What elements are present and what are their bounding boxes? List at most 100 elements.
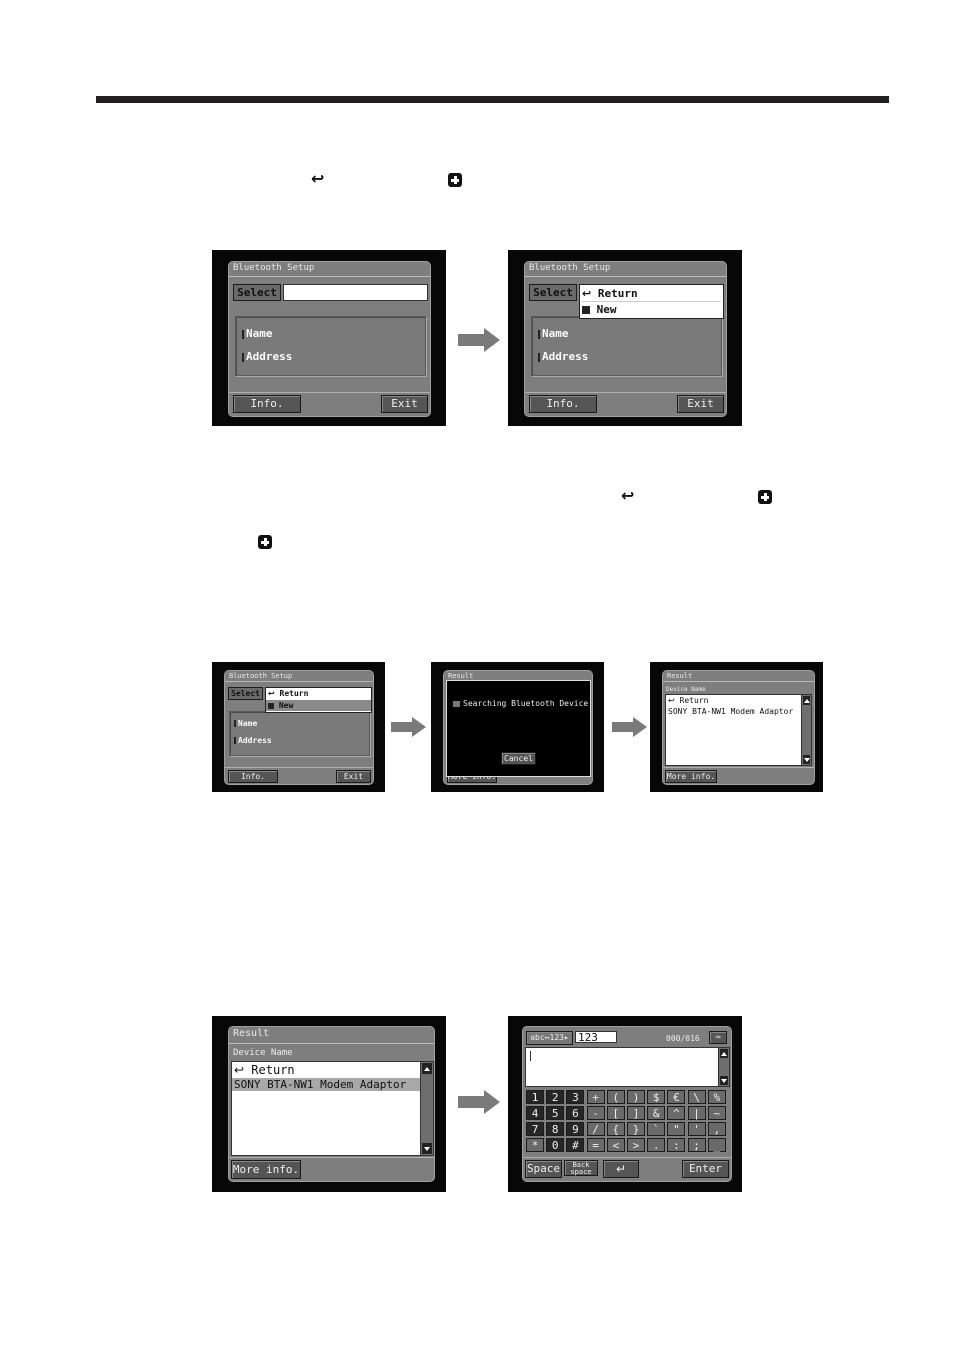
keyboard-layout-icon[interactable]: ⌨ xyxy=(709,1031,727,1044)
key[interactable]: 4 xyxy=(526,1106,544,1120)
dropdown-item-return[interactable]: ↩ Return xyxy=(582,286,721,302)
text-cursor xyxy=(530,1051,531,1061)
screenshot-searching: Result More info. Searching Bluetooth De… xyxy=(431,662,604,792)
key[interactable]: , xyxy=(707,1122,726,1136)
key[interactable]: ' xyxy=(687,1122,706,1136)
scroll-down-icon[interactable] xyxy=(422,1143,432,1154)
exit-button[interactable]: Exit xyxy=(677,395,724,413)
key[interactable]: 2 xyxy=(546,1090,565,1104)
key[interactable]: * xyxy=(526,1138,544,1152)
key[interactable]: ; xyxy=(687,1138,706,1152)
key[interactable]: 1 xyxy=(526,1090,544,1104)
key[interactable]: _ xyxy=(707,1138,726,1152)
key[interactable]: ` xyxy=(647,1122,666,1136)
window-title: Result xyxy=(667,672,693,680)
key[interactable]: [ xyxy=(606,1106,625,1120)
device-info-group: Name Address xyxy=(531,316,722,376)
space-button[interactable]: Space xyxy=(525,1160,562,1178)
scroll-up-icon[interactable] xyxy=(803,696,810,705)
scroll-up-icon[interactable] xyxy=(422,1063,432,1074)
result-window: Result Device Name ↩ Return SONY BTA-NW1… xyxy=(662,670,815,785)
key[interactable]: : xyxy=(667,1138,686,1152)
key[interactable]: 6 xyxy=(566,1106,585,1120)
key[interactable]: ~ xyxy=(707,1106,726,1120)
key[interactable]: { xyxy=(606,1122,625,1136)
window-title: Bluetooth Setup xyxy=(233,263,315,273)
info-button[interactable]: Info. xyxy=(529,395,597,413)
exit-button[interactable]: Exit xyxy=(381,395,428,413)
key[interactable]: $ xyxy=(647,1090,666,1104)
list-item-device-selected[interactable]: SONY BTA-NW1 Modem Adaptor xyxy=(232,1078,420,1091)
list-item-return[interactable]: ↩ Return xyxy=(234,1063,295,1077)
name-label: Name xyxy=(242,327,273,340)
list-header: Device Name xyxy=(233,1048,293,1058)
key[interactable]: } xyxy=(627,1122,645,1136)
key[interactable]: ] xyxy=(627,1106,645,1120)
input-mode-toggle[interactable]: abc↔123▸ xyxy=(526,1031,573,1045)
scrollbar[interactable] xyxy=(801,695,811,765)
scroll-down-icon[interactable] xyxy=(803,755,810,764)
scroll-up-icon[interactable] xyxy=(720,1049,728,1058)
key[interactable]: 3 xyxy=(566,1090,585,1104)
key[interactable]: ( xyxy=(606,1090,625,1104)
key[interactable]: \ xyxy=(687,1090,706,1104)
key[interactable]: 0 xyxy=(546,1138,565,1152)
info-button[interactable]: Info. xyxy=(228,770,278,783)
exit-button[interactable]: Exit xyxy=(336,770,371,783)
screenshot-bluetooth-setup-dropdown: Bluetooth Setup Select Name Address ↩ Re… xyxy=(508,250,742,426)
address-label: Address xyxy=(538,350,588,363)
right-arrow-icon xyxy=(458,328,500,352)
more-info-button[interactable]: More info. xyxy=(665,770,717,783)
keypad: 1 2 3 +() $ € \% 4 5 6-[] & ^ | ~7 8 9/{} ` " ', * 0 # = < >.:; _ xyxy=(526,1090,728,1154)
info-button[interactable]: Info. xyxy=(233,395,301,413)
key[interactable]: % xyxy=(707,1090,726,1104)
key[interactable]: . xyxy=(647,1138,666,1152)
select-label: Select xyxy=(233,284,281,301)
address-label: Address xyxy=(242,350,292,363)
key[interactable]: 8 xyxy=(546,1122,565,1136)
key[interactable]: € xyxy=(667,1090,686,1104)
dropdown-item-return[interactable]: ↩ Return xyxy=(268,688,369,700)
key[interactable]: 7 xyxy=(526,1122,544,1136)
key[interactable]: & xyxy=(647,1106,666,1120)
key[interactable]: | xyxy=(687,1106,706,1120)
newline-button[interactable]: ↵ xyxy=(603,1160,639,1178)
return-icon: ↩ xyxy=(621,486,635,505)
select-field[interactable] xyxy=(283,284,428,301)
scroll-down-icon[interactable] xyxy=(720,1076,728,1085)
plus-box-icon xyxy=(268,702,274,709)
key[interactable]: " xyxy=(667,1122,686,1136)
key[interactable]: # xyxy=(566,1138,585,1152)
key[interactable]: > xyxy=(627,1138,645,1152)
window-title: Result xyxy=(233,1028,270,1039)
key[interactable]: 9 xyxy=(566,1122,585,1136)
character-counter: 000/016 xyxy=(666,1034,700,1043)
key[interactable]: - xyxy=(586,1106,605,1120)
return-icon: ↩ xyxy=(268,689,275,698)
key[interactable]: 5 xyxy=(546,1106,565,1120)
searching-icon xyxy=(453,700,460,707)
scrollbar[interactable] xyxy=(420,1062,433,1155)
list-item-device[interactable]: SONY BTA-NW1 Modem Adaptor xyxy=(668,707,793,716)
key[interactable]: = xyxy=(586,1138,605,1152)
text-entry-field[interactable] xyxy=(525,1047,730,1087)
key[interactable]: ^ xyxy=(667,1106,686,1120)
key[interactable]: < xyxy=(606,1138,625,1152)
list-item-return[interactable]: ↩ Return xyxy=(668,696,708,705)
scrollbar[interactable] xyxy=(718,1048,729,1086)
keyboard-window: abc↔123▸ 123 000/016 ⌨ 1 2 3 +() $ € \% 4 5 6-[] &… xyxy=(522,1026,732,1182)
backspace-button[interactable]: Back space xyxy=(564,1160,598,1176)
return-icon: ↩ xyxy=(234,1063,245,1077)
name-label: Name xyxy=(538,327,569,340)
key[interactable]: / xyxy=(586,1122,605,1136)
select-label: Select xyxy=(529,284,577,301)
window-title: Result xyxy=(448,672,474,680)
key[interactable]: ) xyxy=(627,1090,645,1104)
enter-button[interactable]: Enter xyxy=(682,1160,729,1178)
searching-dialog: Searching Bluetooth Device Cancel xyxy=(446,680,591,777)
more-info-button[interactable]: More info. xyxy=(231,1160,301,1179)
dropdown-item-new[interactable]: New xyxy=(266,700,371,711)
cancel-button[interactable]: Cancel xyxy=(501,752,536,765)
dropdown-item-new[interactable]: New xyxy=(582,302,721,317)
key[interactable]: + xyxy=(586,1090,605,1104)
